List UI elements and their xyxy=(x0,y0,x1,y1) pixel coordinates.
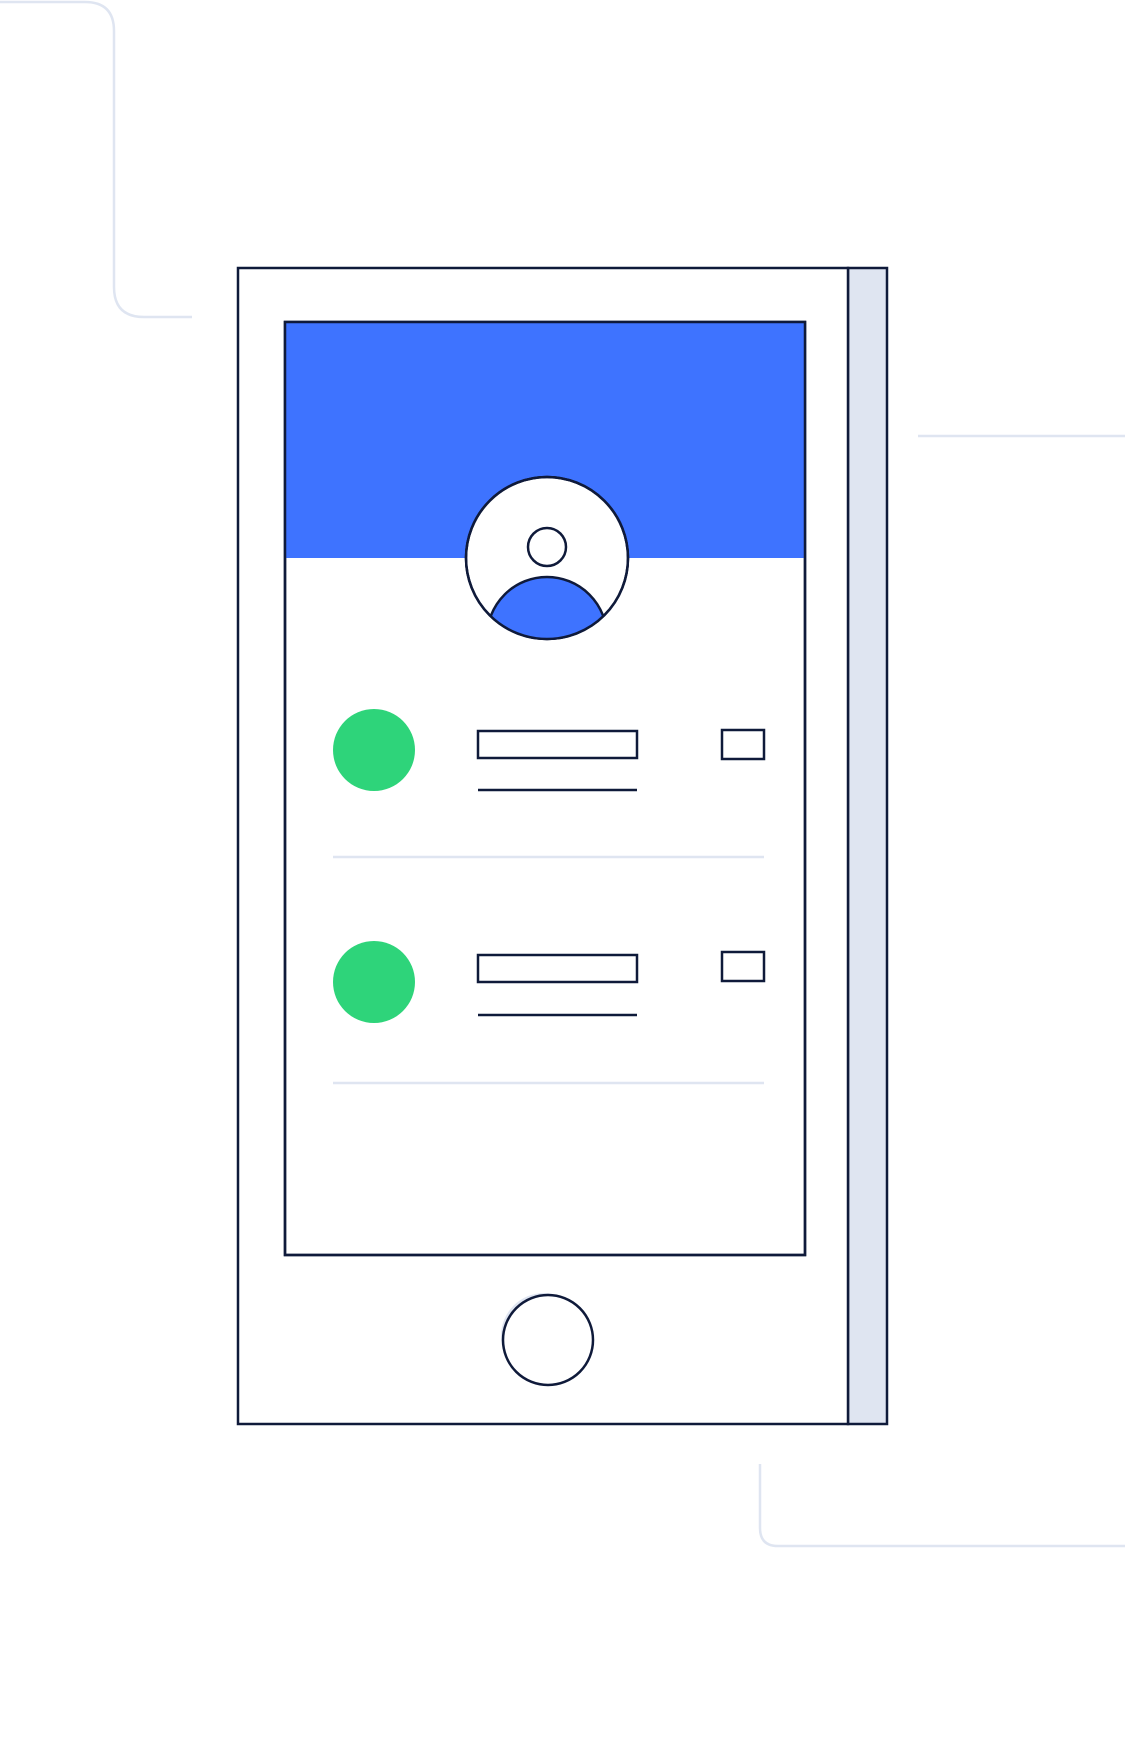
list-item-action-box[interactable] xyxy=(720,950,766,983)
list-item-title-placeholder xyxy=(476,729,639,760)
home-button-icon[interactable] xyxy=(501,1293,595,1387)
status-dot-icon xyxy=(333,709,415,791)
list-item-title-placeholder xyxy=(476,953,639,984)
decor-line-bottom-right xyxy=(758,1464,1125,1548)
status-dot-icon xyxy=(333,941,415,1023)
home-button-face xyxy=(501,1293,595,1387)
phone-screen xyxy=(283,320,807,1257)
decor-line-top-left xyxy=(0,0,192,319)
phone-side-panel xyxy=(846,266,889,1426)
list-item-action-box[interactable] xyxy=(720,728,766,761)
phone-profile-illustration xyxy=(0,0,1125,1548)
avatar-head xyxy=(526,526,568,568)
phone-device xyxy=(236,266,889,1426)
illustration-canvas xyxy=(0,0,1125,1749)
